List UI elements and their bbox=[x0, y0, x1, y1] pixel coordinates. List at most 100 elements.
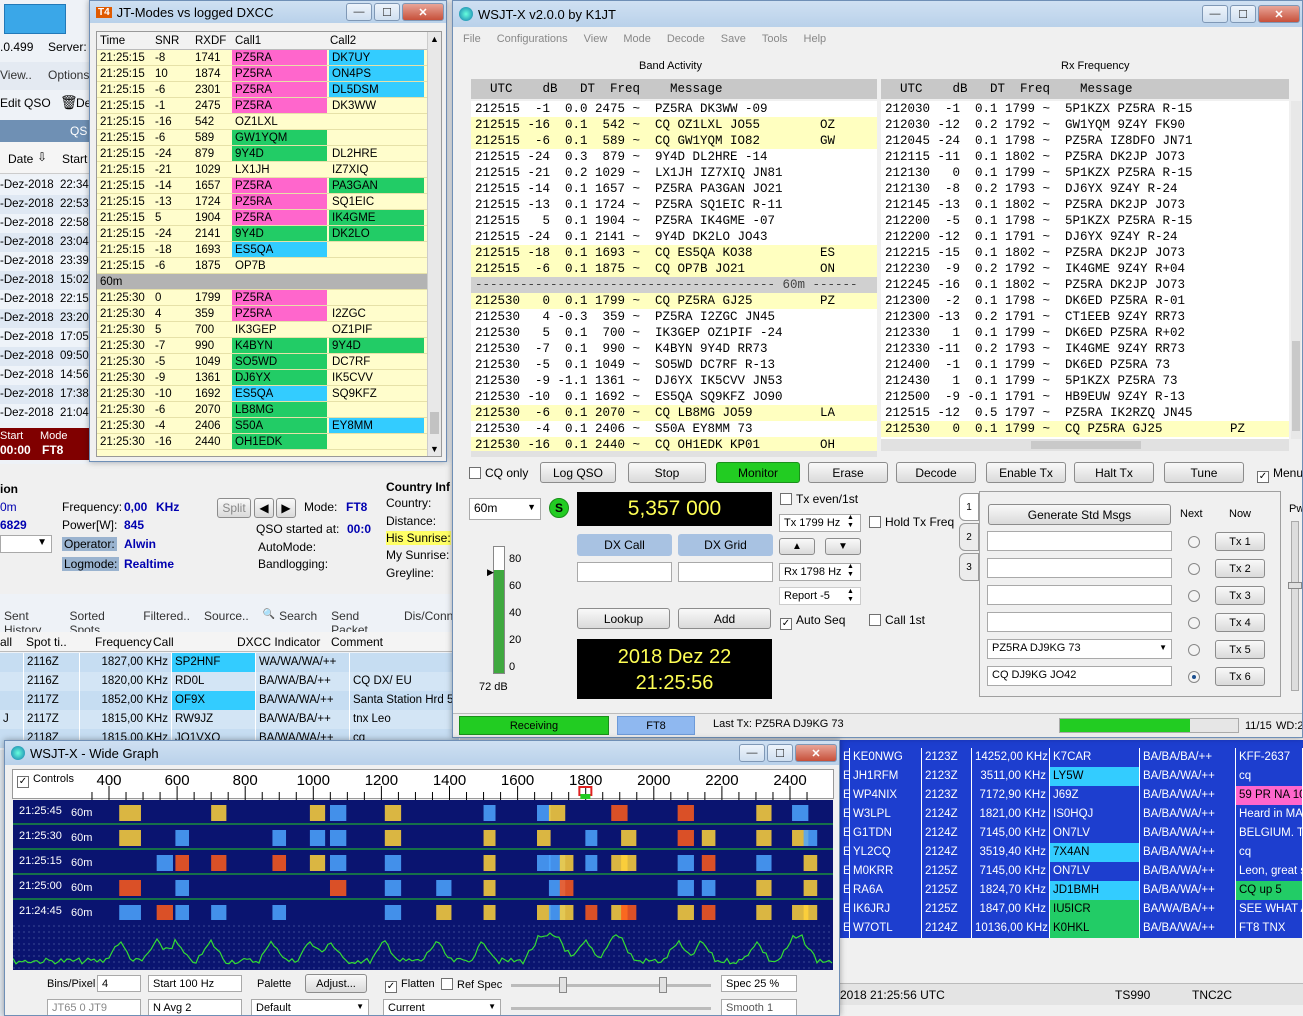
decode-line[interactable]: 212515 -13 0.1 1724 ~ PZ5RA SQ1EIC R-11 bbox=[471, 197, 877, 213]
decode-line[interactable]: 212515 -24 0.1 2141 ~ 9Y4D DK2LO JO43 bbox=[471, 229, 877, 245]
log-row[interactable]: -Dez-2018 22:58 bbox=[0, 214, 92, 233]
tx-even-checkbox[interactable]: Tx even/1st bbox=[780, 492, 858, 506]
dxcc-row[interactable]: 21:25:15 -16 542 OZ1LXL bbox=[97, 114, 441, 130]
band-activity-list[interactable]: 212515 -1 0.0 2475 ~ PZ5RA DK3WW -09 2125… bbox=[471, 101, 877, 453]
dxcc-row[interactable]: 21:25:15 -24 2141 9Y4D DK2LO bbox=[97, 226, 441, 242]
dxcc-row[interactable]: 21:25:30 -16 2440 OH1EDK bbox=[97, 434, 441, 450]
dxcc-row[interactable]: 21:25:30 -5 1049 SO5WD DC7RF bbox=[97, 354, 441, 370]
tab-3[interactable]: 3 bbox=[959, 553, 979, 581]
stop-button[interactable]: Stop bbox=[628, 462, 706, 483]
dxcc-row[interactable]: 21:25:30 5 700 IK3GEP OZ1PIF bbox=[97, 322, 441, 338]
spin-arrows-icon[interactable]: ▲ ▼ bbox=[847, 514, 854, 530]
mode-select[interactable]: JT65 0 JT9 bbox=[47, 999, 141, 1015]
right-spot-row[interactable]: E W7OTL 2124Z 10136,00 KHz K0HKL BA/BA/WA/++ F… bbox=[840, 919, 1303, 938]
smooth-spinbox[interactable]: Smooth 1 bbox=[721, 999, 797, 1015]
rx-vscroll[interactable] bbox=[1291, 101, 1301, 439]
tx-button[interactable]: Tx 3 bbox=[1215, 586, 1265, 605]
right-spot-row[interactable]: E M0KRR 2125Z 7145,00 KHz ON7LV BA/BA/WA/++ Le… bbox=[840, 862, 1303, 881]
next-radio[interactable] bbox=[1188, 590, 1200, 602]
pwr-slider[interactable] bbox=[1288, 521, 1302, 691]
log-row[interactable]: -Dez-2018 22:34 bbox=[0, 176, 92, 195]
edit-qso-button[interactable]: Edit QSO bbox=[0, 96, 51, 110]
decode-line[interactable]: 212515 -16 0.1 542 ~ CQ OZ1LXL JO55 OZ bbox=[471, 117, 877, 133]
menu-item[interactable]: Decode bbox=[667, 33, 705, 45]
dxcc-row[interactable]: 21:25:15 -6 589 GW1YQM bbox=[97, 130, 441, 146]
dxcc-row[interactable]: 21:25:15 -13 1724 PZ5RA SQ1EIC bbox=[97, 194, 441, 210]
decode-line[interactable]: 212300 -13 0.2 1791 ~ CT1EEB 9Z4Y RR73 bbox=[881, 309, 1289, 325]
decode-line[interactable]: 212215 -15 0.1 1802 ~ PZ5RA DK2JP JO73 bbox=[881, 245, 1289, 261]
next-radio[interactable] bbox=[1188, 563, 1200, 575]
spot-column-header[interactable]: Frequency bbox=[95, 635, 152, 649]
tx-to-rx-up-button[interactable]: ▲ bbox=[779, 538, 815, 555]
decode-line[interactable]: 212530 -6 0.1 2070 ~ CQ LB8MG JO59 LA bbox=[471, 405, 877, 421]
decode-line[interactable]: 212530 5 0.1 700 ~ IK3GEP OZ1PIF -24 bbox=[471, 325, 877, 341]
menus-checkbox[interactable]: ✓Menus bbox=[1257, 466, 1302, 483]
dxcc-row[interactable]: 21:25:15 -8 1741 PZ5RA DK7UY bbox=[97, 50, 441, 66]
dxcc-column-header[interactable]: RXDF bbox=[192, 32, 232, 49]
enable-tx-button[interactable]: Enable Tx bbox=[986, 462, 1066, 483]
decode-line[interactable]: 212530 0 0.1 1799 ~ CQ PZ5RA GJ25 PZ bbox=[471, 293, 877, 309]
dxcc-column-header[interactable]: Time bbox=[97, 32, 152, 49]
maximize-icon[interactable]: ☐ bbox=[767, 744, 793, 762]
minimize-icon[interactable]: — bbox=[346, 3, 372, 21]
decode-line[interactable]: 212245 -16 0.1 1802 ~ PZ5RA DK2JP JO73 bbox=[881, 277, 1289, 293]
decode-line[interactable]: 212515 -6 0.1 589 ~ CQ GW1YQM IO82 GW bbox=[471, 133, 877, 149]
tune-button[interactable]: Tune bbox=[1164, 462, 1244, 483]
dxcc-row[interactable]: 21:25:15 -6 1875 OP7B bbox=[97, 258, 441, 274]
decode-line[interactable]: 212130 -8 0.2 1793 ~ DJ6YX 9Z4Y R-24 bbox=[881, 181, 1289, 197]
next-radio[interactable] bbox=[1188, 671, 1200, 683]
decode-button[interactable]: Decode bbox=[896, 462, 976, 483]
decode-line[interactable]: 212200 -12 0.1 1791 ~ DJ6YX 9Z4Y R-24 bbox=[881, 229, 1289, 245]
menu-item[interactable]: Tools bbox=[762, 33, 788, 45]
tx-button[interactable]: Tx 1 bbox=[1215, 532, 1265, 551]
spot-row[interactable]: 2116Z 1820,00 KHz RD0L BA/WA/BA/++ CQ DX/ EU bbox=[0, 672, 460, 691]
tab-1[interactable]: 1 bbox=[959, 493, 979, 521]
dxcc-row[interactable]: 21:25:15 -14 1657 PZ5RA PA3GAN bbox=[97, 178, 441, 194]
dxcc-column-header[interactable]: SNR bbox=[152, 32, 192, 49]
dxcc-titlebar[interactable]: T4 JT-Modes vs logged DXCC — ☐ ✕ bbox=[90, 1, 446, 23]
ref-spec-checkbox[interactable]: Ref Spec bbox=[441, 978, 502, 991]
decode-line[interactable]: 212330 -11 0.2 1793 ~ IK4GME 9Z4Y RR73 bbox=[881, 341, 1289, 357]
decode-line[interactable]: 212515 -14 0.1 1657 ~ PZ5RA PA3GAN JO21 bbox=[471, 181, 877, 197]
right-spot-row[interactable]: E RA6A 2125Z 1824,70 KHz JD1BMH BA/BA/WA/++ CQ… bbox=[840, 881, 1303, 900]
dxcc-row[interactable]: 21:25:30 -10 1692 ES5QA SQ9KFZ bbox=[97, 386, 441, 402]
right-spot-row[interactable]: E WP4NIX 2123Z 7172,90 KHz J69Z BA/BA/WA/++ 59… bbox=[840, 786, 1303, 805]
spot-row[interactable]: J 2117Z 1815,00 KHz RW9JZ BA/WA/BA/++ tnx Leo bbox=[0, 710, 460, 729]
navg-spinbox[interactable]: N Avg 2 bbox=[148, 999, 242, 1015]
tx-message-input[interactable] bbox=[987, 558, 1172, 578]
dxcc-row[interactable]: 21:25:30 0 1799 PZ5RA bbox=[97, 290, 441, 306]
decode-line[interactable]: 212515 -6 0.1 1875 ~ CQ OP7B JO21 ON bbox=[471, 261, 877, 277]
log-row[interactable]: -Dez-2018 17:38 bbox=[0, 385, 92, 404]
right-spot-row[interactable]: E YL2CQ 2124Z 3519,40 KHz 7X4AN BA/BA/WA/++ cq bbox=[840, 843, 1303, 862]
call-1st-checkbox[interactable]: Call 1st bbox=[869, 613, 925, 627]
tx-message-input[interactable] bbox=[987, 612, 1172, 632]
tab-2[interactable]: 2 bbox=[959, 523, 979, 551]
decode-line[interactable]: 212530 0 0.1 1799 ~ CQ PZ5RA GJ25 PZ bbox=[881, 421, 1289, 437]
scroll-up-icon[interactable]: ▲ bbox=[430, 34, 439, 44]
rx-hscroll[interactable] bbox=[881, 439, 1289, 451]
dxcc-row[interactable]: 21:25:15 10 1874 PZ5RA ON4PS bbox=[97, 66, 441, 82]
maximize-icon[interactable]: ☐ bbox=[374, 3, 400, 21]
dxcc-row[interactable]: 21:25:15 -18 1693 ES5QA bbox=[97, 242, 441, 258]
decode-line[interactable]: 212115 -11 0.1 1802 ~ PZ5RA DK2JP JO73 bbox=[881, 149, 1289, 165]
right-spot-row[interactable]: E G1TDN 2124Z 7145,00 KHz ON7LV BA/BA/WA/++ BE… bbox=[840, 824, 1303, 843]
flatten-checkbox[interactable]: ✓ Flatten bbox=[385, 978, 435, 993]
menu-item[interactable]: Mode bbox=[623, 33, 651, 45]
decode-line[interactable]: 212300 -2 0.1 1798 ~ DK6ED PZ5RA R-01 bbox=[881, 293, 1289, 309]
tx-button[interactable]: Tx 2 bbox=[1215, 559, 1265, 578]
decode-line[interactable]: 212030 -12 0.2 1792 ~ GW1YQM 9Z4Y FK90 bbox=[881, 117, 1289, 133]
dxcc-row[interactable]: 21:25:30 -9 1361 DJ6YX IK5CVV bbox=[97, 370, 441, 386]
waterfall-display[interactable]: 21:25:45 60m 21:25:30 60m 21:25:15 60m 21:25:0… bbox=[13, 800, 833, 920]
menu-item[interactable]: Help bbox=[804, 33, 827, 45]
menu-item[interactable]: Configurations bbox=[497, 33, 568, 45]
palette-select[interactable]: Default ▼ bbox=[251, 999, 369, 1015]
adjust-button[interactable]: Adjust... bbox=[305, 974, 367, 993]
spot-column-header[interactable]: DXCC Indicator bbox=[237, 635, 320, 649]
close-icon[interactable]: ✕ bbox=[402, 3, 444, 21]
cq-only-checkbox[interactable]: CQ only bbox=[469, 466, 528, 480]
menu-item[interactable]: File bbox=[463, 33, 481, 45]
right-spot-row[interactable]: E W3LPL 2124Z 1821,00 KHz IS0HQJ BA/BA/WA/++ H… bbox=[840, 805, 1303, 824]
date-column-header[interactable]: Date bbox=[8, 152, 33, 166]
decode-line[interactable]: 212515 -24 0.3 879 ~ 9Y4D DL2HRE -14 bbox=[471, 149, 877, 165]
close-icon[interactable]: ✕ bbox=[1258, 5, 1300, 23]
